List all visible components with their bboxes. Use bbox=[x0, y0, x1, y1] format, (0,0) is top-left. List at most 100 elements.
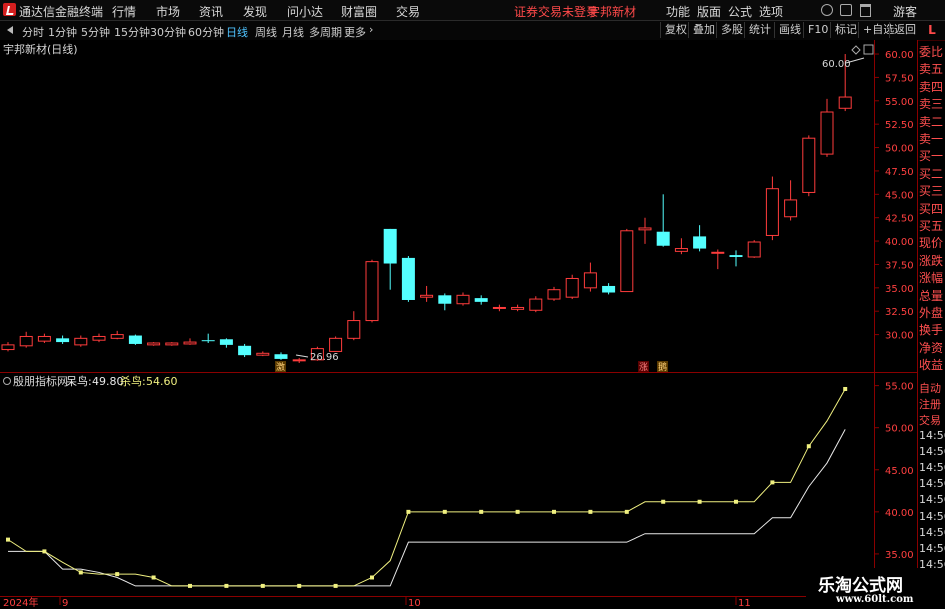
indicator-dot-12 bbox=[224, 583, 229, 588]
candle-body-33 bbox=[602, 285, 616, 293]
tool-button-3[interactable]: 统计 bbox=[744, 22, 775, 38]
side-item-14: 总量 bbox=[919, 288, 944, 303]
menu-item-6[interactable]: 交易 bbox=[396, 3, 420, 20]
period-tab-8[interactable]: 月线 bbox=[282, 24, 304, 40]
menu-item-3[interactable]: 发现 bbox=[243, 3, 267, 20]
chart-area[interactable]: 60.00 57.50 55.00 52.50 50.00 47.50 45.00 42.50… bbox=[0, 40, 945, 609]
window-icon[interactable] bbox=[860, 4, 871, 17]
prev-arrow-icon[interactable] bbox=[7, 26, 13, 34]
menu-item-0[interactable]: 行情 bbox=[112, 3, 136, 20]
period-tab-2[interactable]: 5分钟 bbox=[81, 24, 110, 40]
candle-body-1 bbox=[19, 335, 33, 347]
menu-item-2[interactable]: 资讯 bbox=[199, 3, 223, 20]
min-price-label: 26.96 bbox=[310, 352, 339, 363]
period-tab-1[interactable]: 1分钟 bbox=[48, 24, 77, 40]
side-lower-item-1[interactable]: 注册 bbox=[919, 396, 945, 412]
menu-item-4[interactable]: 问小达 bbox=[287, 3, 323, 20]
period-tab-7[interactable]: 周线 bbox=[255, 24, 277, 40]
indicator-dot-30 bbox=[552, 509, 556, 514]
candle-body-43 bbox=[784, 199, 798, 218]
side-lower-item-0[interactable]: 自动 bbox=[919, 380, 945, 396]
line1-label: 呆鸟: bbox=[66, 374, 92, 388]
indicator-dot-2 bbox=[42, 549, 47, 554]
side-lower-item-7: 14:56 bbox=[919, 493, 945, 507]
mark-2[interactable]: 涨 bbox=[638, 361, 649, 373]
candle-body-21 bbox=[383, 228, 397, 264]
right-menu-item-3[interactable]: 选项 bbox=[759, 3, 783, 20]
candle-body-31 bbox=[565, 277, 579, 298]
indicator-dot-22 bbox=[406, 509, 411, 514]
right-menu-item-1[interactable]: 版面 bbox=[697, 3, 721, 20]
guest-label[interactable]: 游客 bbox=[893, 3, 917, 20]
price-tick-label-2: 55.00 bbox=[885, 97, 914, 108]
period-tab-5[interactable]: 60分钟 bbox=[188, 24, 224, 40]
side-item-6: 买一 bbox=[919, 149, 944, 164]
tool-button-1[interactable]: 叠加 bbox=[688, 22, 719, 38]
indicator-dot-38 bbox=[697, 499, 702, 504]
side-panel-tag[interactable]: L bbox=[919, 22, 945, 39]
title-bar bbox=[0, 0, 945, 21]
candle-body-25 bbox=[456, 294, 470, 305]
tool-button-5[interactable]: F10 bbox=[803, 22, 832, 38]
price-tick-label-9: 37.50 bbox=[885, 260, 914, 271]
candle-body-0 bbox=[1, 344, 15, 351]
period-tab-0[interactable]: 分时 bbox=[22, 24, 44, 40]
indicator-dot-42 bbox=[770, 480, 775, 485]
period-tab-3[interactable]: 15分钟 bbox=[114, 24, 150, 40]
side-item-13: 涨幅 bbox=[919, 271, 944, 286]
indicator-dot-40 bbox=[734, 499, 738, 504]
candle-22 bbox=[401, 256, 415, 302]
mark-3[interactable]: 鹅 bbox=[657, 361, 668, 373]
candle-body-3 bbox=[56, 338, 70, 343]
tool-button-2[interactable]: 多股 bbox=[716, 22, 747, 38]
period-tab-6[interactable]: 日线 bbox=[226, 24, 248, 40]
candle-body-34 bbox=[620, 230, 634, 293]
right-menu-item-2[interactable]: 公式 bbox=[728, 3, 752, 20]
tool-button-8[interactable]: 返回 bbox=[889, 22, 920, 38]
price-tick-label-10: 35.00 bbox=[885, 284, 914, 295]
tool-button-6[interactable]: 标记 bbox=[830, 22, 861, 38]
chevron-right-icon[interactable]: › bbox=[369, 23, 373, 36]
indicator-tick-label-2: 45.00 bbox=[885, 466, 914, 477]
menu-item-5[interactable]: 财富圈 bbox=[341, 3, 377, 20]
side-item-10: 买五 bbox=[919, 219, 944, 233]
candle-body-19 bbox=[347, 320, 361, 339]
mark-1[interactable]: 激 bbox=[275, 361, 286, 373]
indicator-tick-label-3: 40.00 bbox=[885, 508, 914, 519]
candle-body-12 bbox=[219, 339, 233, 345]
tool-button-0[interactable]: 复权 bbox=[660, 22, 691, 38]
login-status[interactable]: 证券交易未登录 bbox=[514, 3, 598, 20]
period-tab-4[interactable]: 30分钟 bbox=[150, 24, 186, 40]
candle-body-4 bbox=[74, 337, 88, 346]
candle-body-28 bbox=[511, 306, 525, 310]
side-lower-item-2[interactable]: 交易 bbox=[919, 412, 945, 428]
candle-body-41 bbox=[747, 241, 761, 258]
candle-body-10 bbox=[183, 341, 197, 345]
period-tab-10[interactable]: 更多 bbox=[344, 24, 366, 40]
user-icon[interactable] bbox=[821, 4, 833, 16]
candle-body-27 bbox=[492, 306, 506, 309]
mark-2-text: 涨 bbox=[639, 362, 648, 373]
price-tick-label-8: 40.00 bbox=[885, 237, 914, 248]
indicator-dot-8 bbox=[151, 575, 156, 580]
candle-7 bbox=[128, 334, 142, 345]
side-lower-item-8: 14:56 bbox=[919, 509, 945, 523]
indicator-name[interactable]: 殷朋指标网 bbox=[13, 374, 68, 388]
tool-button-4[interactable]: 画线 bbox=[774, 22, 805, 38]
candle-body-42 bbox=[765, 188, 779, 236]
indicator-dot-28 bbox=[515, 509, 520, 514]
indicator-dot-32 bbox=[588, 509, 593, 514]
menu-item-1[interactable]: 市场 bbox=[156, 3, 180, 20]
side-lower-item-4: 14:56 bbox=[919, 444, 945, 458]
candle-body-46 bbox=[838, 96, 852, 109]
side-lower-item-10: 14:56 bbox=[919, 542, 945, 555]
right-menu-item-0[interactable]: 功能 bbox=[666, 3, 690, 20]
side-item-18: 收益 bbox=[919, 358, 944, 373]
period-tab-9[interactable]: 多周期 bbox=[309, 24, 342, 40]
side-lower-item-6: 14:56 bbox=[919, 477, 945, 491]
message-icon[interactable] bbox=[840, 4, 852, 16]
candle-18 bbox=[329, 336, 343, 352]
watermark-title: 乐淘公式网 bbox=[818, 576, 903, 596]
candle-44 bbox=[802, 135, 816, 197]
indicator-tick-label-0: 55.00 bbox=[885, 382, 914, 393]
